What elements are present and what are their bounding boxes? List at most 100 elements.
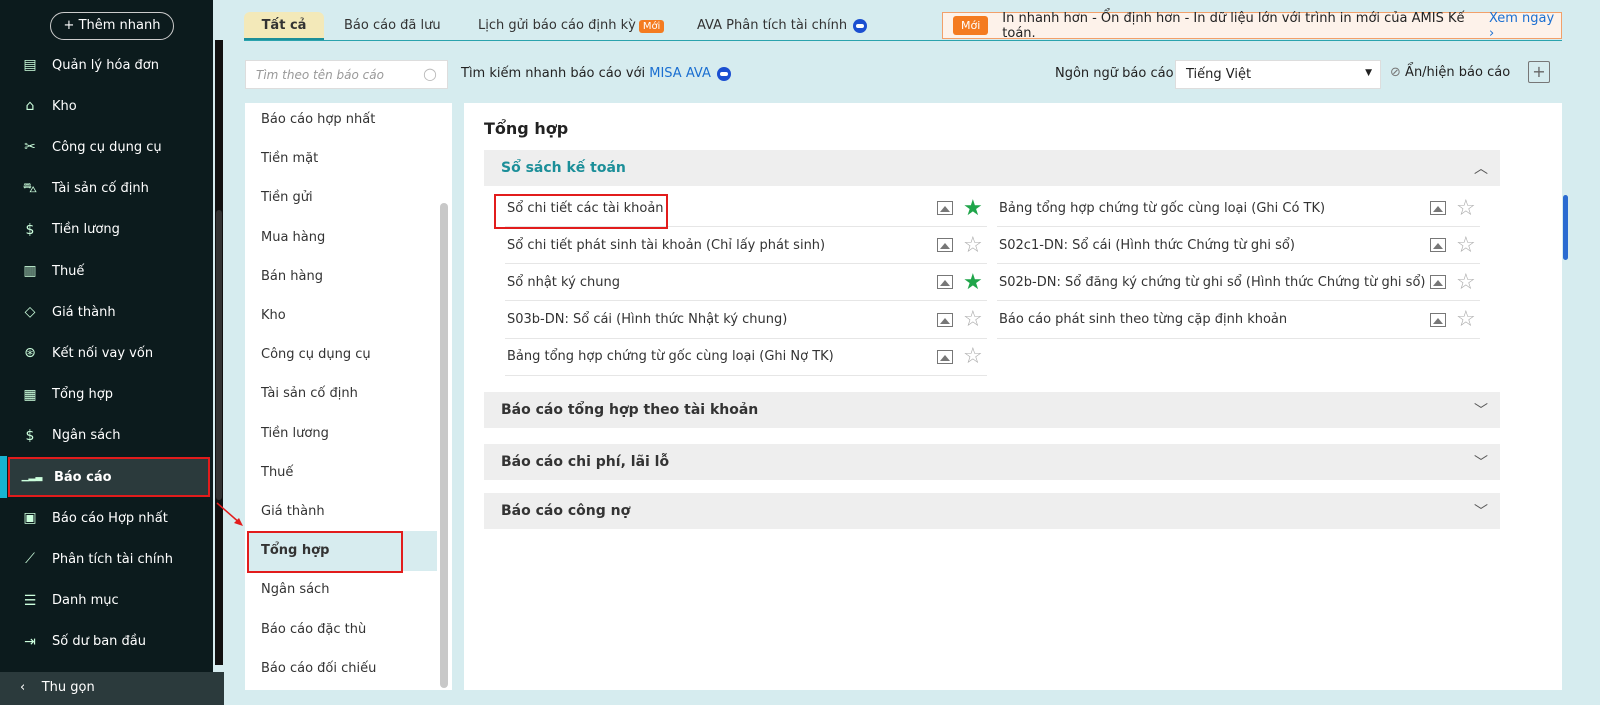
section-collapsed[interactable]: Báo cáo công nợ ﹀ [484, 493, 1500, 529]
category-item[interactable]: Tài sản cố định [261, 386, 358, 401]
category-item[interactable]: Tổng hợp [261, 543, 329, 558]
sidebar-item-4[interactable]: $ Tiền lương [8, 210, 210, 250]
preview-image-icon[interactable] [1430, 275, 1446, 290]
annotation-box [494, 194, 668, 229]
sidebar-item-1[interactable]: ⌂ Kho [8, 86, 210, 126]
category-item[interactable]: Kho [261, 308, 286, 323]
search-icon: ○ [423, 64, 437, 83]
sidebar-item-10[interactable]: ▁▂▃ Báo cáo [8, 457, 210, 497]
category-item[interactable]: Báo cáo đặc thù [261, 622, 366, 637]
search-input[interactable]: Tìm theo tên báo cáo ○ [245, 60, 448, 89]
tab-all[interactable]: Tất cả [244, 12, 324, 41]
category-item[interactable]: Báo cáo đối chiếu [261, 661, 376, 676]
tab-ava[interactable]: AVA Phân tích tài chính [697, 12, 868, 41]
sidebar: + Thêm nhanh ▤ Quản lý hóa đơn ⌂ Kho ✂ Công c… [0, 0, 224, 705]
notice-banner: Mới In nhanh hơn - Ổn định hơn - In dữ l… [942, 11, 1562, 41]
category-item[interactable]: Tiền lương [261, 426, 329, 441]
preview-image-icon[interactable] [937, 312, 953, 327]
report-row[interactable]: Sổ chi tiết phát sinh tài khoản (Chỉ lấy… [505, 227, 987, 265]
analysis-icon: ⟋ [25, 551, 35, 568]
preview-image-icon[interactable] [937, 238, 953, 253]
report-row[interactable]: S02b-DN: Sổ đăng ký chứng từ ghi sổ (Hìn… [997, 264, 1480, 302]
collapse-button[interactable]: ‹ Thu gọn [0, 672, 224, 705]
preview-image-icon[interactable] [937, 349, 953, 364]
category-item[interactable]: Bán hàng [261, 269, 323, 284]
preview-image-icon[interactable] [937, 201, 953, 215]
report-row[interactable]: S03b-DN: Sổ cái (Hình thức Nhật ký chung… [505, 302, 987, 339]
chevron-down-icon: ﹀ [1474, 504, 1488, 520]
favorite-star-icon[interactable]: ☆ [1456, 307, 1480, 332]
tools-icon: ✂ [24, 139, 36, 156]
preview-image-icon[interactable] [937, 275, 953, 290]
report-row[interactable]: S02c1-DN: Sổ cái (Hình thức Chứng từ ghi… [997, 227, 1480, 265]
sidebar-item-2[interactable]: ✂ Công cụ dụng cụ [8, 127, 210, 167]
preview-image-icon[interactable] [1430, 201, 1446, 215]
favorite-star-icon[interactable]: ☆ [963, 344, 987, 369]
tag-icon: ◇ [24, 304, 36, 321]
category-item[interactable]: Ngân sách [261, 582, 329, 597]
sidebar-item-11[interactable]: ▣ Báo cáo Hợp nhất [8, 498, 210, 538]
section-so-sach-ke-toan[interactable]: Sổ sách kế toán ︿ [484, 150, 1500, 186]
language-label: Ngôn ngữ báo cáo [1055, 66, 1174, 81]
sidebar-item-7[interactable]: ⊛ Kết nối vay vốn [8, 333, 210, 373]
sidebar-item-6[interactable]: ◇ Giá thành [8, 292, 210, 332]
report-row[interactable]: Sổ nhật ký chung ★ [505, 264, 987, 302]
favorite-star-icon[interactable]: ☆ [1456, 233, 1480, 258]
report-row[interactable]: Bảng tổng hợp chứng từ gốc cùng loại (Gh… [505, 339, 987, 376]
quick-add-button[interactable]: + Thêm nhanh [50, 12, 174, 40]
sidebar-item-0[interactable]: ▤ Quản lý hóa đơn [8, 45, 210, 85]
category-item[interactable]: Mua hàng [261, 230, 325, 245]
panel-title: Tổng hợp [484, 119, 569, 138]
category-item[interactable]: Giá thành [261, 504, 325, 519]
chevron-down-icon: ﹀ [1474, 403, 1488, 419]
report-row[interactable]: Bảng tổng hợp chứng từ gốc cùng loại (Gh… [997, 190, 1480, 227]
favorite-star-icon[interactable]: ★ [963, 270, 987, 295]
category-list: Báo cáo hợp nhất Tiền mặt Tiền gửi Mua hàng… [245, 103, 452, 690]
sidebar-item-14[interactable]: ⇥ Số dư ban đầu [8, 622, 210, 662]
tab-schedule[interactable]: Lịch gửi báo cáo định kỳ Mới [478, 12, 665, 41]
report-panel: Tổng hợp Sổ sách kế toán ︿ Sổ chi tiết cá… [464, 103, 1562, 690]
favorite-star-icon[interactable]: ☆ [1456, 270, 1480, 295]
misa-ava-link[interactable]: MISA AVA [649, 66, 711, 81]
list-icon: ☰ [23, 592, 37, 609]
category-item[interactable]: Tiền mặt [261, 151, 318, 166]
ava-bot-icon [716, 66, 731, 81]
active-indicator [0, 456, 7, 498]
sidebar-item-12[interactable]: ⟋ Phân tích tài chính [8, 539, 210, 579]
category-scrollbar[interactable] [440, 203, 448, 688]
section-collapsed[interactable]: Báo cáo tổng hợp theo tài khoản ﹀ [484, 392, 1500, 428]
language-select[interactable]: Tiếng Việt ▼ [1175, 60, 1381, 89]
sidebar-item-13[interactable]: ☰ Danh mục [8, 581, 210, 621]
category-item[interactable]: Thuế [261, 465, 293, 480]
section-collapsed[interactable]: Báo cáo chi phí, lãi lỗ ﹀ [484, 444, 1500, 480]
add-report-icon[interactable]: + [1528, 61, 1550, 83]
favorite-star-icon[interactable]: ☆ [963, 307, 987, 332]
sidebar-item-8[interactable]: ▦ Tổng hợp [8, 375, 210, 415]
chart-icon: ▁▂▃ [21, 472, 43, 482]
sidebar-item-3[interactable]: ⛍ Tài sản cố định [8, 169, 210, 209]
sidebar-item-5[interactable]: ▥ Thuế [8, 251, 210, 291]
eye-off-icon: ⊘ [1390, 65, 1401, 80]
preview-image-icon[interactable] [1430, 238, 1446, 253]
annotation-arrow [216, 502, 243, 526]
favorite-star-icon[interactable]: ☆ [963, 233, 987, 258]
sidebar-scrollbar[interactable] [215, 40, 223, 665]
warehouse-icon: ⌂ [25, 98, 35, 115]
sidebar-item-9[interactable]: $ Ngân sách [8, 416, 210, 456]
opening-balance-icon: ⇥ [24, 633, 36, 650]
view-now-link[interactable]: Xem ngay › [1489, 11, 1561, 41]
toggle-reports-button[interactable]: ⊘ Ẩn/hiện báo cáo [1390, 65, 1510, 80]
favorite-star-icon[interactable]: ☆ [1456, 196, 1480, 221]
loan-icon: ⊛ [24, 345, 36, 362]
page-scrollbar[interactable] [1563, 195, 1568, 260]
report-row[interactable]: Báo cáo phát sinh theo từng cặp định kho… [997, 302, 1480, 339]
category-item[interactable]: Báo cáo hợp nhất [261, 112, 375, 127]
category-item[interactable]: Tiền gửi [261, 190, 313, 205]
preview-image-icon[interactable] [1430, 312, 1446, 327]
category-item[interactable]: Công cụ dụng cụ [261, 347, 371, 362]
new-badge: Mới [953, 16, 989, 35]
tab-saved[interactable]: Báo cáo đã lưu [344, 12, 441, 41]
ledger-icon: ▦ [23, 386, 37, 403]
favorite-star-icon[interactable]: ★ [963, 196, 987, 221]
chevron-down-icon: ﹀ [1474, 455, 1488, 471]
